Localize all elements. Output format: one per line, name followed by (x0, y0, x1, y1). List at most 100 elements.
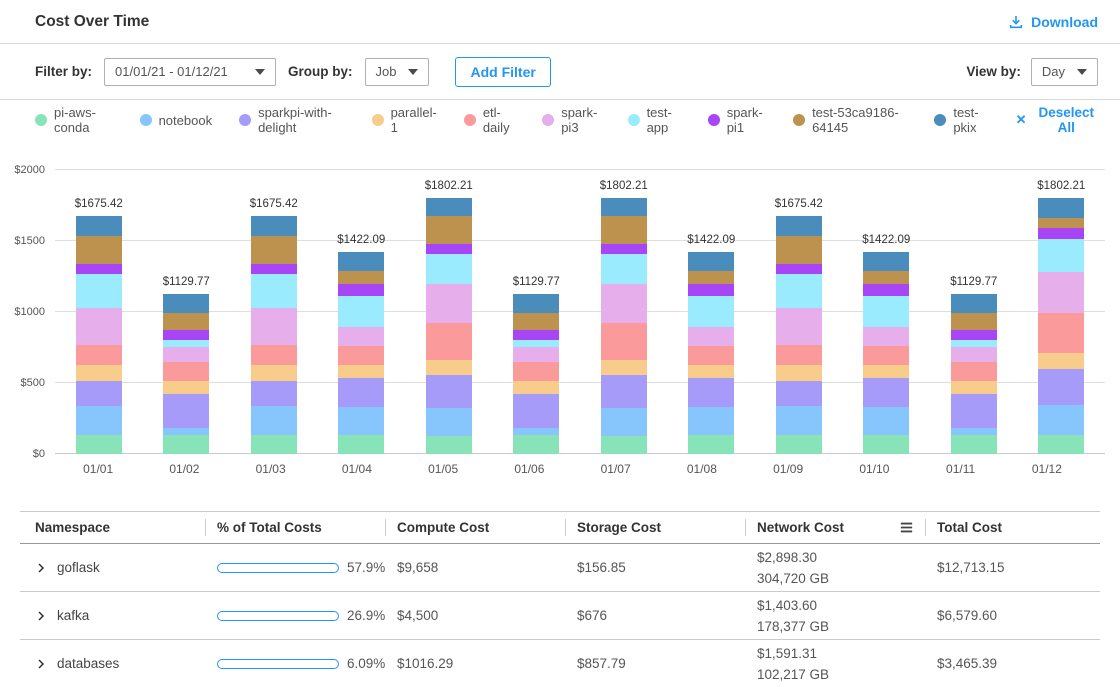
bar-segment-notebook (951, 428, 997, 435)
add-filter-button[interactable]: Add Filter (455, 57, 550, 87)
bar-segment-spark-pi1 (1038, 228, 1084, 240)
bar-segment-sparkpi-with-delight (688, 378, 734, 407)
column-header-total: Total Cost (925, 512, 1100, 543)
bar-segment-pi-aws-conda (951, 435, 997, 454)
legend-item-label: parallel-1 (391, 105, 437, 135)
legend-dot-icon (140, 114, 152, 126)
bar-segment-pi-aws-conda (776, 435, 822, 454)
bar-segment-etl-daily (863, 346, 909, 365)
bar-segment-spark-pi1 (513, 330, 559, 340)
bar-01/08: $1422.09 (668, 170, 756, 454)
bar-total-label: $1802.21 (1037, 180, 1085, 192)
chevron-right-icon (35, 658, 47, 670)
column-header-pct: % of Total Costs (205, 512, 385, 543)
bar-segment-parallel-1 (863, 365, 909, 378)
legend-item-parallel-1[interactable]: parallel-1 (372, 105, 437, 135)
download-button[interactable]: Download (1008, 14, 1098, 30)
bar-segment-spark-pi3 (951, 347, 997, 362)
bar-segment-spark-pi3 (1038, 272, 1084, 313)
chart-legend: pi-aws-conda notebook sparkpi-with-delight… (35, 105, 989, 135)
bar-segment-parallel-1 (688, 365, 734, 378)
bar-segment-test-app (163, 340, 209, 347)
bar-segment-notebook (76, 406, 122, 436)
bar-segment-etl-daily (951, 362, 997, 381)
bar-segment-test-53ca9186-64145 (1038, 218, 1084, 228)
bar-segment-test-pkix (601, 198, 647, 216)
bar-segment-spark-pi3 (76, 308, 122, 345)
legend-item-spark-pi3[interactable]: spark-pi3 (542, 105, 600, 135)
bar-segment-etl-daily (76, 345, 122, 365)
bar-segment-etl-daily (163, 362, 209, 381)
bar-segment-spark-pi3 (863, 327, 909, 346)
bar-segment-parallel-1 (163, 381, 209, 394)
y-axis-tick-label: $1000 (14, 306, 45, 318)
bar-segment-spark-pi1 (76, 264, 122, 274)
bar-segment-etl-daily (601, 323, 647, 360)
bar-01/12: $1802.21 (1018, 170, 1106, 454)
legend-item-label: spark-pi1 (727, 105, 766, 135)
x-axis-tick-label: 01/01 (55, 462, 141, 476)
expand-row-button[interactable] (35, 610, 47, 622)
page-title: Cost Over Time (35, 13, 149, 31)
deselect-all-label: Deselect All (1035, 105, 1098, 135)
hamburger-icon[interactable] (898, 519, 915, 536)
panel-header: Cost Over Time Download (0, 0, 1120, 44)
legend-item-test-app[interactable]: test-app (628, 105, 681, 135)
bar-segment-sparkpi-with-delight (951, 394, 997, 427)
compute-cost-value: $4,500 (385, 608, 565, 623)
pct-value: 57.9% (347, 560, 385, 575)
bar-segment-test-pkix (1038, 198, 1084, 218)
legend-item-test-53ca9186-64145[interactable]: test-53ca9186-64145 (793, 105, 907, 135)
bar-segment-test-53ca9186-64145 (951, 313, 997, 330)
bar-segment-spark-pi1 (863, 284, 909, 296)
network-cost-cell: $1,591.31 102,217 GB (745, 643, 925, 685)
x-axis-tick-label: 01/10 (831, 462, 917, 476)
bar-segment-spark-pi1 (776, 264, 822, 274)
column-header-compute: Compute Cost (385, 512, 565, 543)
group-by-select[interactable]: Job (365, 58, 430, 86)
network-gb-value: 102,217 GB (757, 664, 925, 685)
bar-segment-test-app (601, 254, 647, 284)
bar-segment-sparkpi-with-delight (163, 394, 209, 427)
legend-item-spark-pi1[interactable]: spark-pi1 (708, 105, 766, 135)
network-cost-cell: $2,898.30 304,720 GB (745, 547, 925, 589)
bar-segment-parallel-1 (776, 365, 822, 381)
expand-row-button[interactable] (35, 658, 47, 670)
bar-segment-etl-daily (1038, 313, 1084, 352)
legend-item-label: pi-aws-conda (54, 105, 113, 135)
bar-segment-etl-daily (513, 362, 559, 381)
expand-row-button[interactable] (35, 562, 47, 574)
namespace-cost-table: Namespace % of Total Costs Compute Cost … (20, 511, 1100, 687)
view-by-select[interactable]: Day (1031, 58, 1098, 86)
namespace-label: databases (57, 656, 119, 671)
bar-segment-test-app (251, 274, 297, 308)
legend-item-notebook[interactable]: notebook (140, 113, 213, 128)
bar-segment-notebook (601, 408, 647, 436)
deselect-all-button[interactable]: ✕ Deselect All (1016, 105, 1098, 135)
namespace-label: goflask (57, 560, 100, 575)
date-range-select[interactable]: 01/01/21 - 01/12/21 (104, 58, 276, 86)
legend-item-label: test-app (647, 105, 681, 135)
bar-segment-sparkpi-with-delight (776, 381, 822, 406)
legend-item-sparkpi-with-delight[interactable]: sparkpi-with-delight (239, 105, 345, 135)
bar-segment-spark-pi3 (776, 308, 822, 345)
total-cost-value: $12,713.15 (925, 560, 1100, 575)
bar-segment-parallel-1 (251, 365, 297, 381)
bar-segment-sparkpi-with-delight (1038, 369, 1084, 405)
legend-item-etl-daily[interactable]: etl-daily (464, 105, 515, 135)
table-row-databases: databases 6.09% $1016.29 $857.79 $1,591.… (20, 640, 1100, 687)
filter-bar: Filter by: 01/01/21 - 01/12/21 Group by:… (0, 44, 1120, 100)
bar-segment-pi-aws-conda (76, 435, 122, 454)
bar-segment-spark-pi3 (163, 347, 209, 362)
legend-item-pi-aws-conda[interactable]: pi-aws-conda (35, 105, 113, 135)
column-header-namespace: Namespace (20, 512, 205, 543)
network-cost-value: $2,898.30 (757, 547, 925, 568)
bar-segment-pi-aws-conda (1038, 435, 1084, 454)
bar-segment-spark-pi1 (338, 284, 384, 296)
compute-cost-value: $9,658 (385, 560, 565, 575)
pct-value: 6.09% (347, 656, 385, 671)
bar-segment-parallel-1 (338, 365, 384, 378)
bar-segment-parallel-1 (1038, 353, 1084, 369)
legend-item-test-pkix[interactable]: test-pkix (934, 105, 988, 135)
bar-segment-test-app (76, 274, 122, 308)
